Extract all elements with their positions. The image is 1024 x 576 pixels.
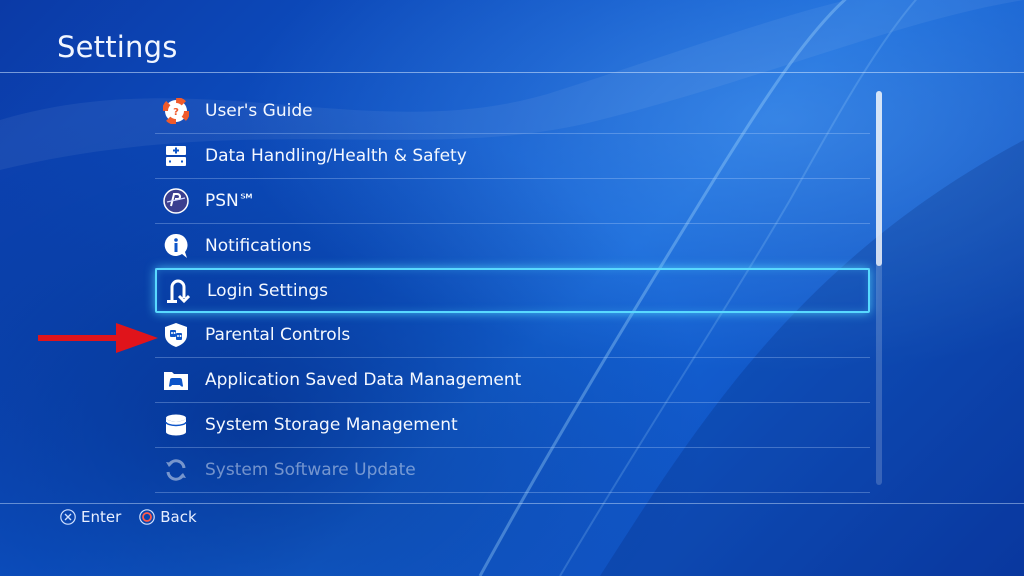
update-arrows-icon (163, 457, 189, 483)
login-icon (165, 278, 191, 304)
menu-item-users-guide[interactable]: ? User's Guide (155, 89, 870, 134)
menu-item-notifications[interactable]: Notifications (155, 224, 870, 269)
footer-controls: Enter Back (60, 508, 215, 526)
enter-label: Enter (81, 508, 122, 526)
gamepad-folder-icon (163, 367, 189, 393)
first-aid-icon (163, 143, 189, 169)
settings-menu: ? User's Guide Data Handling/Health & Sa… (155, 89, 870, 493)
menu-item-label: User's Guide (205, 101, 313, 121)
psn-icon (163, 188, 189, 214)
parental-shield-icon (163, 322, 189, 348)
back-label: Back (160, 508, 197, 526)
footer-divider (0, 503, 1024, 504)
menu-item-saved-data[interactable]: Application Saved Data Management (155, 358, 870, 403)
menu-item-psn[interactable]: PSN℠ (155, 179, 870, 224)
menu-item-label: PSN℠ (205, 191, 257, 211)
svg-text:?: ? (173, 107, 179, 118)
scrollbar-thumb[interactable] (876, 91, 882, 266)
menu-item-parental-controls[interactable]: Parental Controls (155, 313, 870, 358)
menu-item-label: Data Handling/Health & Safety (205, 146, 467, 166)
menu-item-label: System Storage Management (205, 415, 458, 435)
enter-button[interactable]: Enter (60, 508, 121, 526)
annotation-arrow-icon (38, 323, 158, 353)
menu-item-label: System Software Update (205, 460, 416, 480)
menu-item-data-handling[interactable]: Data Handling/Health & Safety (155, 134, 870, 179)
menu-item-label: Notifications (205, 236, 312, 256)
lifebuoy-icon: ? (163, 98, 189, 124)
header-divider (0, 72, 1024, 73)
menu-item-login-settings[interactable]: Login Settings (155, 268, 870, 313)
circle-button-icon (139, 509, 156, 525)
menu-item-label: Login Settings (207, 280, 328, 301)
menu-item-storage[interactable]: System Storage Management (155, 403, 870, 448)
cross-button-icon (60, 509, 76, 525)
info-bubble-icon (163, 233, 189, 259)
menu-item-software-update[interactable]: System Software Update (155, 448, 870, 493)
back-button[interactable]: Back (139, 508, 197, 526)
menu-item-label: Parental Controls (205, 325, 351, 345)
menu-item-label: Application Saved Data Management (205, 370, 522, 390)
storage-cylinder-icon (163, 412, 189, 438)
page-title: Settings (57, 30, 178, 64)
